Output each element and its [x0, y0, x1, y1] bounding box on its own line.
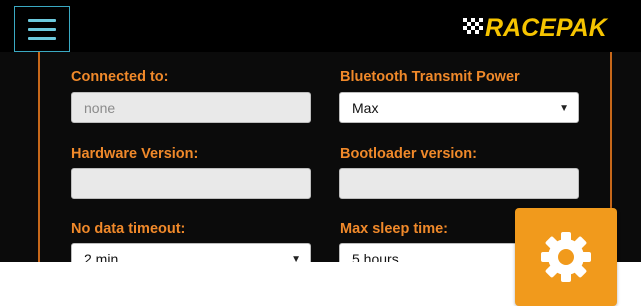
- settings-gear-button[interactable]: [515, 208, 617, 306]
- no-data-timeout-value: 2 min: [84, 251, 119, 262]
- menu-line: [28, 27, 56, 31]
- connected-to-field[interactable]: none: [71, 92, 311, 123]
- connected-to-value: none: [84, 100, 116, 116]
- menu-line: [28, 18, 56, 22]
- gear-icon: [541, 232, 591, 282]
- max-sleep-time-value: 5 hours: [352, 251, 399, 262]
- bt-transmit-power-label: Bluetooth Transmit Power: [340, 69, 520, 85]
- connected-to-label: Connected to:: [71, 69, 169, 85]
- menu-line: [28, 36, 56, 40]
- checkered-flag-icon: [463, 18, 483, 34]
- svg-text:RACEPAK: RACEPAK: [485, 14, 609, 42]
- hamburger-menu-button[interactable]: [14, 6, 70, 52]
- hardware-version-label: Hardware Version:: [71, 146, 199, 162]
- racepak-logo: RACEPAK: [463, 14, 609, 42]
- dropdown-caret-icon: ▼: [291, 254, 301, 262]
- no-data-timeout-label: No data timeout:: [71, 221, 186, 237]
- bt-transmit-power-value: Max: [352, 100, 379, 116]
- dropdown-caret-icon: ▼: [559, 103, 569, 114]
- bootloader-version-label: Bootloader version:: [340, 146, 477, 162]
- top-bar: RACEPAK: [0, 0, 641, 52]
- max-sleep-time-label: Max sleep time:: [340, 221, 448, 237]
- hardware-version-field[interactable]: [71, 168, 311, 199]
- no-data-timeout-select[interactable]: 2 min ▼: [71, 243, 311, 262]
- bootloader-version-field[interactable]: [339, 168, 579, 199]
- bt-transmit-power-select[interactable]: Max ▼: [339, 92, 579, 123]
